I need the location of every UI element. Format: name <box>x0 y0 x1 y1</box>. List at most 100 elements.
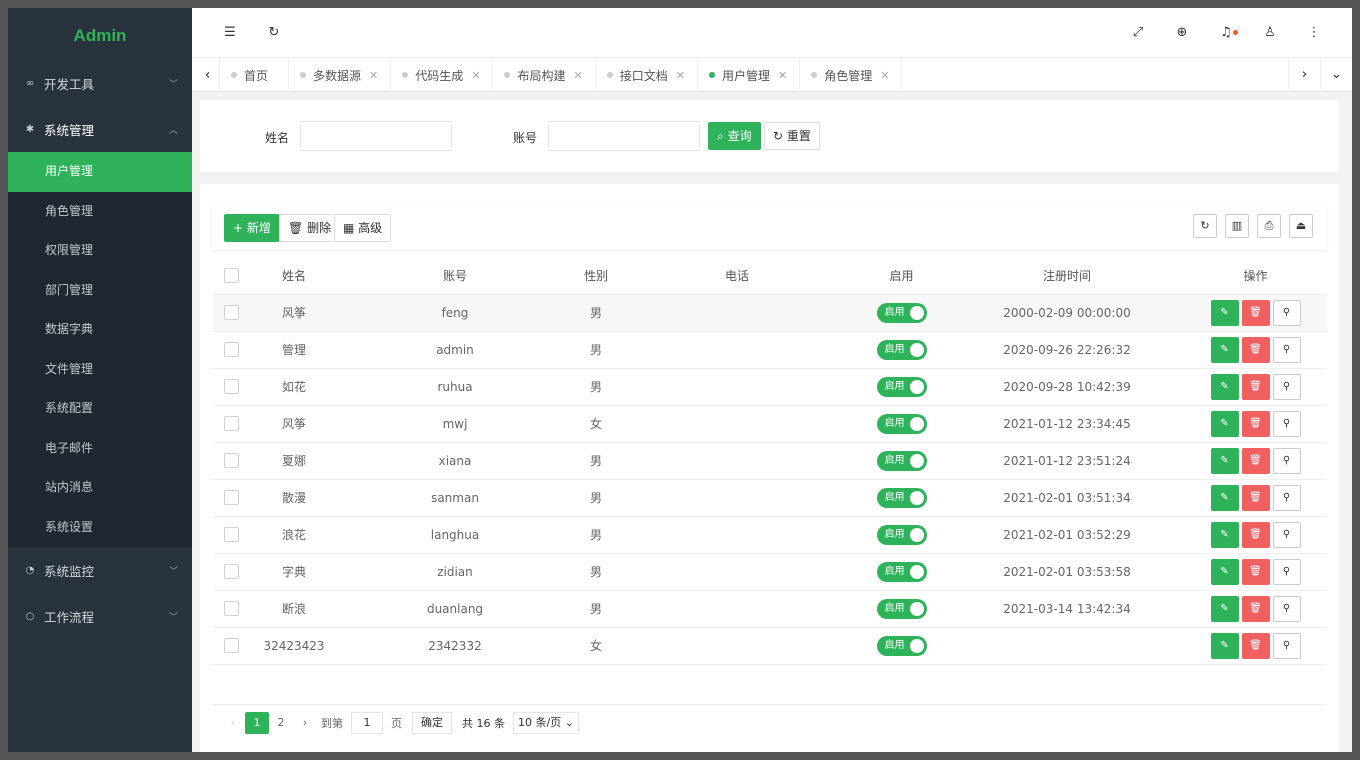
key-icon[interactable]: ⚲ <box>1272 558 1301 585</box>
sidebar-item-role-management[interactable]: 角色管理 <box>8 192 192 232</box>
sidebar-item-email[interactable]: 电子邮件 <box>8 429 192 469</box>
enabled-switch[interactable]: 启用 <box>876 413 927 434</box>
sidebar-item-site-messages[interactable]: 站内消息 <box>8 468 192 508</box>
tab-layout-builder[interactable]: 布局构建 ✕ <box>493 58 596 92</box>
fullscreen-icon[interactable]: ⤢ <box>1128 23 1148 43</box>
table-row[interactable]: 如花 ruhua 男 启用 2020-09-28 10:42:39 ✎ 🗑 ⚲ <box>213 368 1327 406</box>
row-checkbox[interactable] <box>223 564 239 579</box>
table-row[interactable]: 浪花 langhua 男 启用 2021-02-01 03:52:29 ✎ 🗑 ⚲ <box>213 516 1327 554</box>
next-page-icon[interactable]: › <box>293 712 317 734</box>
add-button[interactable]: + 新增 <box>224 214 280 242</box>
row-checkbox[interactable] <box>223 379 239 394</box>
edit-icon[interactable]: ✎ <box>1210 632 1239 659</box>
page-2[interactable]: 2 <box>269 712 293 734</box>
row-checkbox[interactable] <box>223 527 239 542</box>
tabs-scroll-right-icon[interactable]: › <box>1288 58 1320 92</box>
table-row[interactable]: 字典 zidian 男 启用 2021-02-01 03:53:58 ✎ 🗑 ⚲ <box>213 553 1327 591</box>
more-vertical-icon[interactable]: ⋮ <box>1304 23 1324 43</box>
close-icon[interactable]: ✕ <box>778 69 787 82</box>
table-row[interactable]: 32423423 2342332 女 启用 ✎ 🗑 ⚲ <box>213 627 1327 665</box>
trash-icon[interactable]: 🗑 <box>1241 632 1270 659</box>
key-icon[interactable]: ⚲ <box>1272 484 1301 511</box>
trash-icon[interactable]: 🗑 <box>1241 484 1270 511</box>
goto-page-input[interactable]: 1 <box>351 712 383 734</box>
close-icon[interactable]: ✕ <box>471 69 480 82</box>
table-row[interactable]: 风筝 feng 男 启用 2000-02-09 00:00:00 ✎ 🗑 ⚲ <box>213 294 1327 332</box>
bell-icon[interactable]: ♫ <box>1216 23 1238 43</box>
export-icon[interactable]: ⏏ <box>1289 214 1313 238</box>
select-all-checkbox[interactable] <box>223 268 239 284</box>
sidebar-item-system-config[interactable]: 系统配置 <box>8 389 192 429</box>
row-checkbox[interactable] <box>223 305 239 320</box>
name-input[interactable] <box>300 121 452 151</box>
sidebar-group-workflow[interactable]: ○ 工作流程 ﹀ <box>8 593 192 639</box>
account-input[interactable] <box>548 121 700 151</box>
enabled-switch[interactable]: 启用 <box>876 635 927 656</box>
edit-icon[interactable]: ✎ <box>1210 373 1239 400</box>
key-icon[interactable]: ⚲ <box>1272 447 1301 474</box>
sidebar-group-dev-tools[interactable]: ∞ 开发工具 ﹀ <box>8 60 192 106</box>
user-icon[interactable]: ♙ <box>1260 23 1280 43</box>
trash-icon[interactable]: 🗑 <box>1241 595 1270 622</box>
enabled-switch[interactable]: 启用 <box>876 376 927 397</box>
table-row[interactable]: 散漫 sanman 男 启用 2021-02-01 03:51:34 ✎ 🗑 ⚲ <box>213 479 1327 517</box>
trash-icon[interactable]: 🗑 <box>1241 410 1270 437</box>
refresh-icon[interactable]: ↻ <box>1193 214 1217 238</box>
columns-icon[interactable]: ▥ <box>1225 214 1249 238</box>
sidebar-item-permission-management[interactable]: 权限管理 <box>8 231 192 271</box>
trash-icon[interactable]: 🗑 <box>1241 558 1270 585</box>
edit-icon[interactable]: ✎ <box>1210 558 1239 585</box>
delete-button[interactable]: 🗑 删除 <box>279 214 341 242</box>
page-1[interactable]: 1 <box>245 712 269 734</box>
row-checkbox[interactable] <box>223 342 239 357</box>
edit-icon[interactable]: ✎ <box>1210 410 1239 437</box>
trash-icon[interactable]: 🗑 <box>1241 299 1270 326</box>
edit-icon[interactable]: ✎ <box>1210 484 1239 511</box>
table-row[interactable]: 断浪 duanlang 男 启用 2021-03-14 13:42:34 ✎ 🗑 ⚲ <box>213 590 1327 628</box>
globe-icon[interactable]: ⊕ <box>1172 23 1192 43</box>
sidebar-item-user-management[interactable]: 用户管理 <box>8 152 192 192</box>
row-checkbox[interactable] <box>223 638 239 653</box>
enabled-switch[interactable]: 启用 <box>876 339 927 360</box>
row-checkbox[interactable] <box>223 601 239 616</box>
edit-icon[interactable]: ✎ <box>1210 447 1239 474</box>
key-icon[interactable]: ⚲ <box>1272 373 1301 400</box>
tabs-dropdown-icon[interactable]: ⌄ <box>1320 58 1352 92</box>
tab-api-docs[interactable]: 接口文档 ✕ <box>596 58 698 92</box>
tab-code-gen[interactable]: 代码生成 ✕ <box>391 58 494 92</box>
sidebar-item-system-settings[interactable]: 系统设置 <box>8 508 192 548</box>
edit-icon[interactable]: ✎ <box>1210 299 1239 326</box>
refresh-icon[interactable]: ↻ <box>264 23 284 43</box>
edit-icon[interactable]: ✎ <box>1210 336 1239 363</box>
sidebar-item-department-management[interactable]: 部门管理 <box>8 271 192 311</box>
query-button[interactable]: ⌕ 查询 <box>708 122 761 150</box>
key-icon[interactable]: ⚲ <box>1272 336 1301 363</box>
trash-icon[interactable]: 🗑 <box>1241 447 1270 474</box>
edit-icon[interactable]: ✎ <box>1210 595 1239 622</box>
table-row[interactable]: 风筝 mwj 女 启用 2021-01-12 23:34:45 ✎ 🗑 ⚲ <box>213 405 1327 443</box>
table-row[interactable]: 夏娜 xiana 男 启用 2021-01-12 23:51:24 ✎ 🗑 ⚲ <box>213 442 1327 480</box>
sidebar-item-data-dictionary[interactable]: 数据字典 <box>8 310 192 350</box>
close-icon[interactable]: ✕ <box>574 69 583 82</box>
trash-icon[interactable]: 🗑 <box>1241 521 1270 548</box>
trash-icon[interactable]: 🗑 <box>1241 373 1270 400</box>
menu-toggle-icon[interactable]: ☰ <box>220 23 240 43</box>
close-icon[interactable]: ✕ <box>369 69 378 82</box>
sidebar-group-system-monitor[interactable]: ◔ 系统监控 ﹀ <box>8 547 192 593</box>
close-icon[interactable]: ✕ <box>676 69 685 82</box>
reset-button[interactable]: ↻ 重置 <box>764 122 820 150</box>
tab-home[interactable]: 首页 <box>220 58 290 92</box>
page-size-select[interactable]: 10 条/页 ⌄ <box>513 712 579 734</box>
enabled-switch[interactable]: 启用 <box>876 450 927 471</box>
key-icon[interactable]: ⚲ <box>1272 632 1301 659</box>
key-icon[interactable]: ⚲ <box>1272 410 1301 437</box>
confirm-button[interactable]: 确定 <box>412 712 452 734</box>
advanced-button[interactable]: ▦ 高级 <box>334 214 392 242</box>
tab-multi-datasource[interactable]: 多数据源 ✕ <box>289 58 392 92</box>
sidebar-item-file-management[interactable]: 文件管理 <box>8 350 192 390</box>
table-row[interactable]: 管理 admin 男 启用 2020-09-26 22:26:32 ✎ 🗑 ⚲ <box>213 331 1327 369</box>
tab-role-management[interactable]: 角色管理 ✕ <box>800 58 903 92</box>
tab-user-management[interactable]: 用户管理 ✕ <box>698 58 801 92</box>
row-checkbox[interactable] <box>223 453 239 468</box>
prev-page-icon[interactable]: ‹ <box>221 712 245 734</box>
